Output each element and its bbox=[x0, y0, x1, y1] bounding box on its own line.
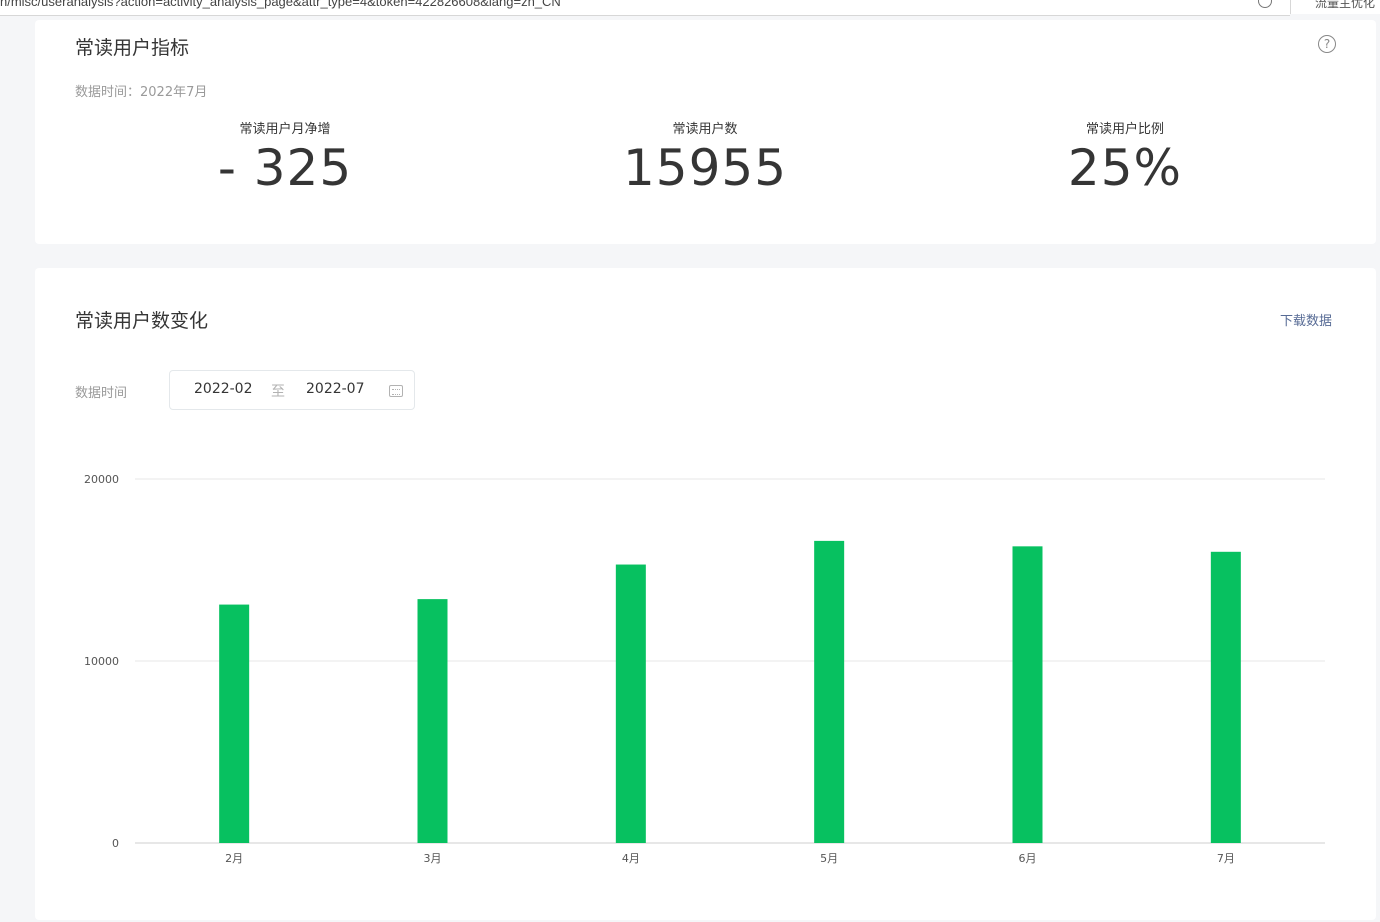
y-tick-label: 0 bbox=[112, 837, 119, 850]
x-tick-label: 3月 bbox=[424, 852, 442, 865]
x-tick-label: 7月 bbox=[1217, 852, 1235, 865]
chart-card: 常读用户数变化 下载数据 数据时间 2022-02 至 2022-07 0 100… bbox=[35, 268, 1376, 920]
metric-regular-readers: 常读用户数 15955 bbox=[555, 118, 855, 197]
y-tick-label: 10000 bbox=[84, 655, 119, 668]
question-circle-icon[interactable]: ? bbox=[1318, 35, 1336, 53]
metric-label: 常读用户数 bbox=[672, 122, 738, 137]
bar bbox=[417, 599, 448, 843]
y-tick-label: 20000 bbox=[84, 473, 119, 486]
metric-label: 常读用户月净增 bbox=[239, 122, 331, 137]
metrics-data-time: 数据时间：2022年7月 bbox=[75, 85, 208, 100]
metric-monthly-net-growth: 常读用户月净增 - 325 bbox=[135, 118, 435, 197]
bar bbox=[219, 604, 250, 843]
bar-chart: 0 10000 20000 2月 3月 4月 5月 6月 7月 bbox=[84, 473, 1325, 865]
reload-icon[interactable] bbox=[1258, 0, 1272, 8]
bar bbox=[615, 564, 646, 843]
x-tick-label: 4月 bbox=[622, 852, 640, 865]
bar bbox=[1012, 546, 1043, 843]
x-tick-label: 2月 bbox=[225, 852, 243, 865]
browser-right-text: 流量主优化 bbox=[1315, 0, 1376, 10]
metric-value: 25% bbox=[1067, 139, 1183, 197]
url-text: n/misc/useranalysis?action=activity_anal… bbox=[0, 0, 561, 9]
metric-label: 常读用户比例 bbox=[1085, 122, 1164, 137]
x-tick-label: 6月 bbox=[1019, 852, 1037, 865]
metric-regular-reader-ratio: 常读用户比例 25% bbox=[975, 118, 1275, 197]
browser-toolbar-right: 流量主优化 bbox=[1290, 0, 1380, 14]
metrics-card-title: 常读用户指标 bbox=[75, 37, 190, 59]
metrics-card: 常读用户指标 ? 数据时间：2022年7月 常读用户月净增 - 325 常读用户… bbox=[35, 20, 1376, 244]
metric-value: 15955 bbox=[622, 139, 788, 197]
bar bbox=[814, 540, 845, 843]
address-bar[interactable]: n/misc/useranalysis?action=activity_anal… bbox=[0, 0, 1290, 16]
metric-value: - 325 bbox=[217, 139, 353, 197]
bar bbox=[1210, 551, 1241, 843]
x-tick-label: 5月 bbox=[820, 852, 838, 865]
